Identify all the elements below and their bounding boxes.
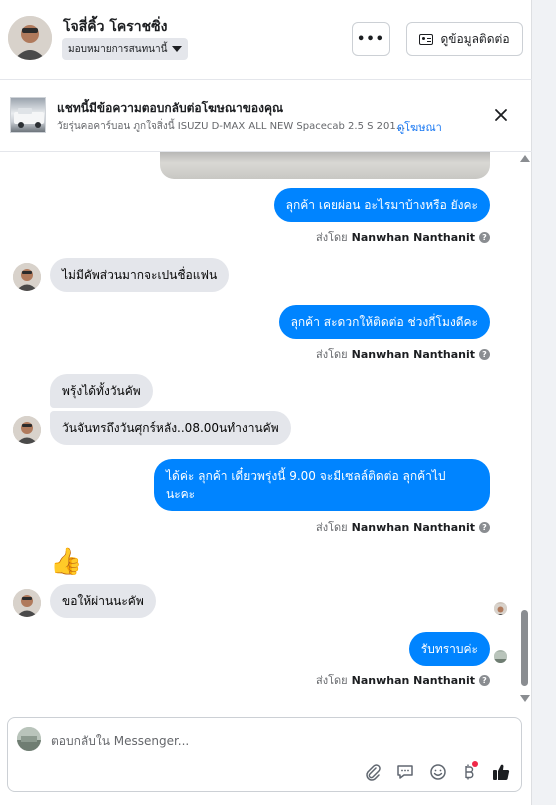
- incoming-message[interactable]: ไม่มีคัพส่วนมากจะเปนชื่อแฟน: [50, 258, 230, 292]
- shared-image[interactable]: [160, 152, 490, 179]
- sender-name: Nanwhan Nanthanit: [351, 520, 475, 534]
- close-icon: [495, 109, 507, 121]
- like-icon: [493, 764, 510, 780]
- assign-conversation-dropdown[interactable]: มอบหมายการสนทนานี้: [62, 38, 189, 60]
- incoming-message[interactable]: วันจันทรถึงวันศุกร์หลัง..08.00นทำงานคัพ: [50, 411, 291, 445]
- assign-label: มอบหมายการสนทนานี้: [68, 43, 168, 55]
- contact-avatar-small[interactable]: [13, 263, 41, 291]
- view-ad-link[interactable]: ดูโฆษณา: [397, 118, 442, 136]
- paperclip-icon: [366, 764, 381, 781]
- sent-by-prefix: ส่งโดย: [316, 674, 348, 687]
- reply-composer: [7, 717, 522, 792]
- seen-avatar: [494, 602, 507, 615]
- send-like-button[interactable]: [490, 761, 512, 783]
- question-icon[interactable]: ?: [479, 231, 490, 243]
- scrollbar-thumb[interactable]: [521, 610, 528, 686]
- contact-name[interactable]: โจสี่คิ้ว โคราชซิ่ง: [63, 16, 167, 38]
- emoji-icon: [430, 764, 446, 780]
- question-icon[interactable]: ?: [479, 348, 490, 360]
- contact-avatar[interactable]: [8, 16, 52, 60]
- more-options-button[interactable]: •••: [352, 22, 390, 56]
- incoming-message[interactable]: พรุ้งได้ทั้งวันคัพ: [50, 374, 153, 408]
- conversation-panel: โจสี่คิ้ว โคราชซิ่ง มอบหมายการสนทนานี้ •…: [0, 0, 532, 805]
- sent-by-label: ส่งโดย Nanwhan Nanthanit ?: [316, 518, 490, 536]
- ad-banner-subtitle: วัยรุ่นคอคาร์บอน ภูกใจสิ่งนี้ ISUZU D-MA…: [57, 121, 406, 132]
- ad-thumbnail[interactable]: [10, 97, 46, 133]
- seen-avatar: [494, 650, 507, 663]
- chevron-down-icon: [172, 46, 183, 52]
- close-banner-button[interactable]: [490, 104, 512, 126]
- right-edge-strip: [533, 0, 556, 805]
- message-scrollbar[interactable]: [518, 152, 532, 710]
- scroll-down-arrow-icon[interactable]: [520, 695, 530, 702]
- ellipsis-icon: •••: [357, 31, 385, 47]
- emoji-button[interactable]: [427, 761, 449, 783]
- payment-request-button[interactable]: [458, 761, 480, 783]
- contact-avatar-small[interactable]: [13, 416, 41, 444]
- ad-reply-banner: แชทนี้มีข้อความตอบกลับต่อโฆษณาของคุณ วัย…: [0, 80, 532, 152]
- sent-by-prefix: ส่งโดย: [316, 521, 348, 534]
- view-contact-info-button[interactable]: ดูข้อมูลติดต่อ: [406, 22, 523, 56]
- sent-by-prefix: ส่งโดย: [316, 231, 348, 244]
- scroll-up-arrow-icon[interactable]: [520, 155, 530, 162]
- page-avatar: [17, 727, 41, 751]
- outgoing-message[interactable]: รับทราบค่ะ: [408, 632, 490, 666]
- sent-by-prefix: ส่งโดย: [316, 348, 348, 361]
- conversation-header: โจสี่คิ้ว โคราชซิ่ง มอบหมายการสนทนานี้ •…: [0, 0, 532, 80]
- view-contact-info-label: ดูข้อมูลติดต่อ: [440, 31, 510, 46]
- attach-file-button[interactable]: [362, 761, 384, 783]
- outgoing-message[interactable]: ได้ค่ะ ลุกค้า เดี๋ยวพรุ่งนี้ 9.00 จะมีเซ…: [154, 459, 490, 511]
- message-list: ลุกค้า เคยผ่อน อะไรมาบ้างหรือ ยังคะ ส่งโ…: [0, 152, 532, 710]
- sender-name: Nanwhan Nanthanit: [351, 347, 475, 361]
- ad-banner-title: แชทนี้มีข้อความตอบกลับต่อโฆษณาของคุณ: [57, 101, 284, 115]
- sender-name: Nanwhan Nanthanit: [351, 673, 475, 687]
- saved-replies-button[interactable]: [394, 761, 416, 783]
- notification-dot: [472, 761, 478, 767]
- question-icon[interactable]: ?: [479, 674, 490, 686]
- sender-name: Nanwhan Nanthanit: [351, 230, 475, 244]
- sent-by-label: ส่งโดย Nanwhan Nanthanit ?: [316, 671, 490, 689]
- outgoing-message[interactable]: ลุกค้า สะดวกให้ติดต่อ ช่วงกี่โมงดีคะ: [278, 305, 490, 339]
- sent-by-label: ส่งโดย Nanwhan Nanthanit ?: [316, 228, 490, 246]
- thumbs-up-icon[interactable]: 👍: [50, 547, 82, 577]
- contact-avatar-small[interactable]: [13, 589, 41, 617]
- incoming-message[interactable]: ขอให้ผ่านนะคัพ: [50, 584, 156, 618]
- outgoing-message[interactable]: ลุกค้า เคยผ่อน อะไรมาบ้างหรือ ยังคะ: [273, 188, 490, 222]
- contact-card-icon: [419, 33, 434, 45]
- saved-reply-icon: [397, 765, 413, 779]
- sent-by-label: ส่งโดย Nanwhan Nanthanit ?: [316, 345, 490, 363]
- reply-input[interactable]: [51, 732, 491, 750]
- question-icon[interactable]: ?: [479, 521, 490, 533]
